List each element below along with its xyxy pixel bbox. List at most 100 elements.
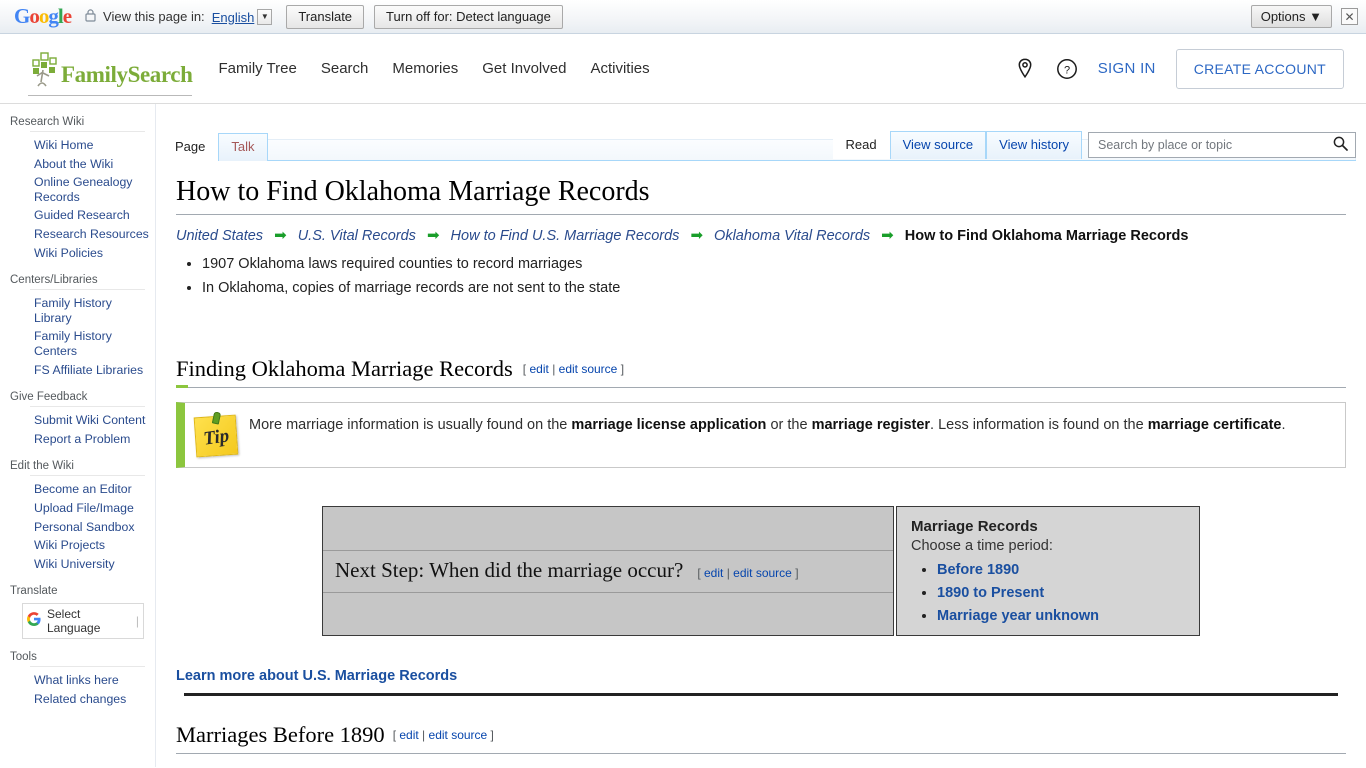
- nav-item-family-tree[interactable]: Family Tree: [218, 60, 296, 77]
- tab-read[interactable]: Read: [832, 131, 890, 159]
- sidebar: Research Wiki Wiki Home About the Wiki O…: [0, 104, 156, 767]
- edit-source-link[interactable]: edit source: [559, 362, 618, 376]
- sidebar-group-title: Tools: [10, 651, 37, 664]
- records-option-1890-to-present[interactable]: 1890 to Present: [937, 585, 1044, 601]
- sidebar-item-family-history-centers[interactable]: Family History Centers: [34, 327, 149, 360]
- sidebar-item-wiki-policies[interactable]: Wiki Policies: [34, 244, 149, 263]
- select-language-widget[interactable]: Select Language |: [22, 603, 144, 640]
- sidebar-group-title: Centers/Libraries: [10, 274, 98, 287]
- search-input[interactable]: [1096, 137, 1333, 153]
- nav-item-memories[interactable]: Memories: [392, 60, 458, 77]
- view-tabs: Read View source View history: [832, 131, 1356, 159]
- sidebar-group-give-feedback: Give Feedback Submit Wiki Content Report…: [0, 389, 155, 456]
- page-title: How to Find Oklahoma Marriage Records: [176, 175, 1346, 215]
- breadcrumb-item-us-vital-records[interactable]: U.S. Vital Records: [298, 228, 416, 244]
- sidebar-group-centers-libraries: Centers/Libraries Family History Library…: [0, 272, 155, 387]
- section-heading-text: Marriages Before 1890: [176, 722, 385, 747]
- breadcrumb-item-united-states[interactable]: United States: [176, 228, 263, 244]
- page-body: Research Wiki Wiki Home About the Wiki O…: [0, 104, 1366, 767]
- sidebar-item-research-resources[interactable]: Research Resources: [34, 225, 149, 244]
- view-page-in-label: View this page in:: [103, 9, 205, 24]
- select-language-caret[interactable]: |: [136, 614, 139, 628]
- next-step-title: Next Step: When did the marriage occur?: [335, 557, 684, 582]
- edit-source-link[interactable]: edit source: [733, 566, 792, 580]
- breadcrumb-item-oklahoma-vital-records[interactable]: Oklahoma Vital Records: [714, 228, 870, 244]
- sign-in-link[interactable]: SIGN IN: [1098, 60, 1156, 77]
- help-circle-icon[interactable]: ?: [1056, 58, 1078, 80]
- separator: |: [552, 362, 556, 376]
- records-box-heading: Marriage Records: [911, 518, 1038, 535]
- sidebar-group-items: Become an Editor Upload File/Image Perso…: [0, 480, 155, 581]
- create-account-button[interactable]: CREATE ACCOUNT: [1175, 48, 1344, 89]
- main-content: Page Talk Read View source View history …: [156, 104, 1366, 767]
- nav-item-get-involved[interactable]: Get Involved: [482, 60, 566, 77]
- tab-view-source[interactable]: View source: [889, 131, 987, 159]
- translate-button[interactable]: Translate: [286, 4, 365, 29]
- sidebar-item-related-changes[interactable]: Related changes: [34, 690, 149, 709]
- google-g-icon: [27, 611, 41, 631]
- sidebar-group-tools: Tools What links here Related changes: [0, 649, 155, 716]
- section-heading-text: Finding Oklahoma Marriage Records: [176, 356, 513, 381]
- nav-item-search[interactable]: Search: [321, 60, 369, 77]
- tab-view-history[interactable]: View history: [986, 131, 1082, 159]
- tab-page[interactable]: Page: [162, 133, 219, 161]
- sidebar-item-become-an-editor[interactable]: Become an Editor: [34, 480, 149, 499]
- tip-text-4: .: [1281, 417, 1286, 433]
- edit-link[interactable]: edit: [529, 362, 548, 376]
- sidebar-item-what-links-here[interactable]: What links here: [34, 671, 149, 690]
- turn-off-button[interactable]: Turn off for: Detect language: [374, 4, 563, 29]
- sidebar-item-online-genealogy-records[interactable]: Online Genealogy Records: [34, 173, 149, 206]
- tip-bold-1: marriage license application: [571, 417, 767, 433]
- sidebar-item-guided-research[interactable]: Guided Research: [34, 206, 149, 225]
- options-button-label: Options: [1260, 9, 1306, 24]
- search-icon[interactable]: [1333, 136, 1348, 154]
- options-button[interactable]: Options ▼: [1250, 5, 1332, 28]
- sidebar-item-report-a-problem[interactable]: Report a Problem: [34, 430, 149, 449]
- edit-link[interactable]: edit: [399, 728, 418, 742]
- language-selector-value[interactable]: English: [210, 9, 258, 25]
- sidebar-item-submit-wiki-content[interactable]: Submit Wiki Content: [34, 411, 149, 430]
- familysearch-logo[interactable]: FamilySearch: [24, 49, 193, 96]
- sidebar-item-personal-sandbox[interactable]: Personal Sandbox: [34, 518, 149, 537]
- close-icon[interactable]: ✕: [1341, 8, 1358, 25]
- nav-item-activities[interactable]: Activities: [590, 60, 649, 77]
- tip-text-1: More marriage information is usually fou…: [249, 417, 572, 433]
- edit-link[interactable]: edit: [704, 566, 723, 580]
- sidebar-item-wiki-home[interactable]: Wiki Home: [34, 136, 149, 155]
- records-option-marriage-year-unknown[interactable]: Marriage year unknown: [937, 608, 1099, 624]
- records-option-before-1890[interactable]: Before 1890: [937, 562, 1019, 578]
- location-pin-icon[interactable]: [1014, 58, 1036, 80]
- lock-icon: [85, 8, 96, 25]
- breadcrumb-item-how-to-find-us-marriage-records[interactable]: How to Find U.S. Marriage Records: [451, 228, 680, 244]
- familysearch-wordmark: FamilySearch: [61, 61, 193, 87]
- sidebar-item-wiki-projects[interactable]: Wiki Projects: [34, 536, 149, 555]
- article: How to Find Oklahoma Marriage Records Un…: [156, 161, 1366, 754]
- sidebar-item-wiki-university[interactable]: Wiki University: [34, 555, 149, 574]
- sidebar-item-family-history-library[interactable]: Family History Library: [34, 294, 149, 327]
- family-tree-icon: [24, 49, 60, 89]
- language-selector[interactable]: English ▼: [210, 8, 273, 25]
- search-box[interactable]: [1088, 132, 1356, 158]
- logo-underline: [28, 94, 193, 96]
- sidebar-divider: [30, 289, 145, 291]
- tab-talk[interactable]: Talk: [218, 133, 268, 161]
- learn-more-link[interactable]: Learn more about U.S. Marriage Records: [176, 668, 457, 684]
- list-item: 1907 Oklahoma laws required counties to …: [202, 252, 1346, 276]
- section-divider: [184, 693, 1338, 696]
- list-item: 1890 to Present: [937, 581, 1185, 604]
- arrow-right-icon: ➡: [426, 227, 440, 244]
- sidebar-item-fs-affiliate-libraries[interactable]: FS Affiliate Libraries: [34, 361, 149, 380]
- marriage-records-box: Marriage Records Choose a time period: B…: [896, 506, 1200, 636]
- bracket-close: ]: [620, 362, 625, 376]
- section-edit-links: [ edit | edit source ]: [523, 362, 624, 376]
- chevron-down-icon[interactable]: ▼: [257, 8, 273, 25]
- sidebar-item-about-the-wiki[interactable]: About the Wiki: [34, 155, 149, 174]
- sidebar-item-upload-file-image[interactable]: Upload File/Image: [34, 499, 149, 518]
- primary-nav: Family Tree Search Memories Get Involved…: [218, 60, 649, 77]
- sidebar-divider: [30, 475, 145, 477]
- tip-bold-2: marriage register: [811, 417, 931, 433]
- sidebar-group-title: Give Feedback: [10, 391, 88, 404]
- svg-text:?: ?: [1064, 64, 1070, 76]
- sidebar-group-items: What links here Related changes: [0, 671, 155, 716]
- edit-source-link[interactable]: edit source: [429, 728, 488, 742]
